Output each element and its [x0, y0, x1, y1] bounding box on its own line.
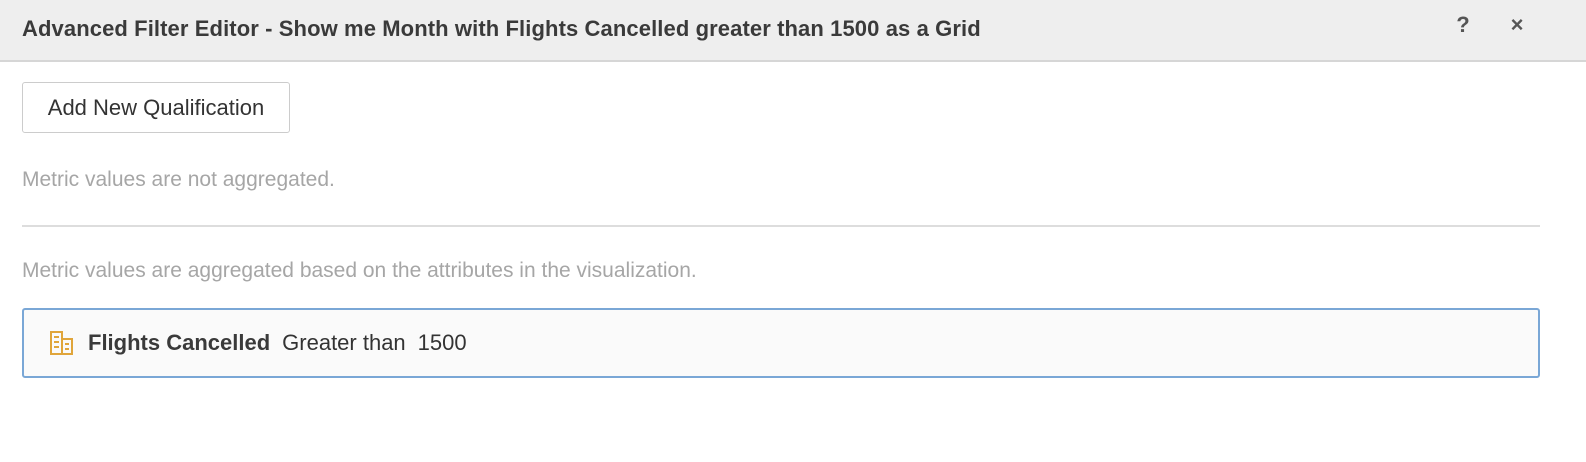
- add-new-qualification-button[interactable]: Add New Qualification: [22, 82, 290, 133]
- close-button[interactable]: ×: [1502, 10, 1532, 40]
- metric-icon: [50, 330, 74, 356]
- help-icon: ?: [1456, 12, 1470, 37]
- qualification-operator: Greater than: [282, 330, 406, 355]
- dialog-titlebar: Advanced Filter Editor - Show me Month w…: [0, 0, 1586, 62]
- advanced-filter-editor-dialog: Advanced Filter Editor - Show me Month w…: [0, 0, 1586, 462]
- qualification-value: 1500: [417, 330, 467, 355]
- close-icon: ×: [1510, 12, 1524, 37]
- qualification-metric: Flights Cancelled: [88, 330, 271, 355]
- section-divider: [22, 225, 1540, 227]
- aggregated-note: Metric values are aggregated based on th…: [22, 259, 697, 282]
- help-button[interactable]: ?: [1448, 10, 1478, 40]
- not-aggregated-note: Metric values are not aggregated.: [22, 168, 335, 191]
- qualification-row[interactable]: Flights Cancelled Greater than 1500: [22, 308, 1540, 378]
- dialog-title: Advanced Filter Editor - Show me Month w…: [22, 16, 981, 41]
